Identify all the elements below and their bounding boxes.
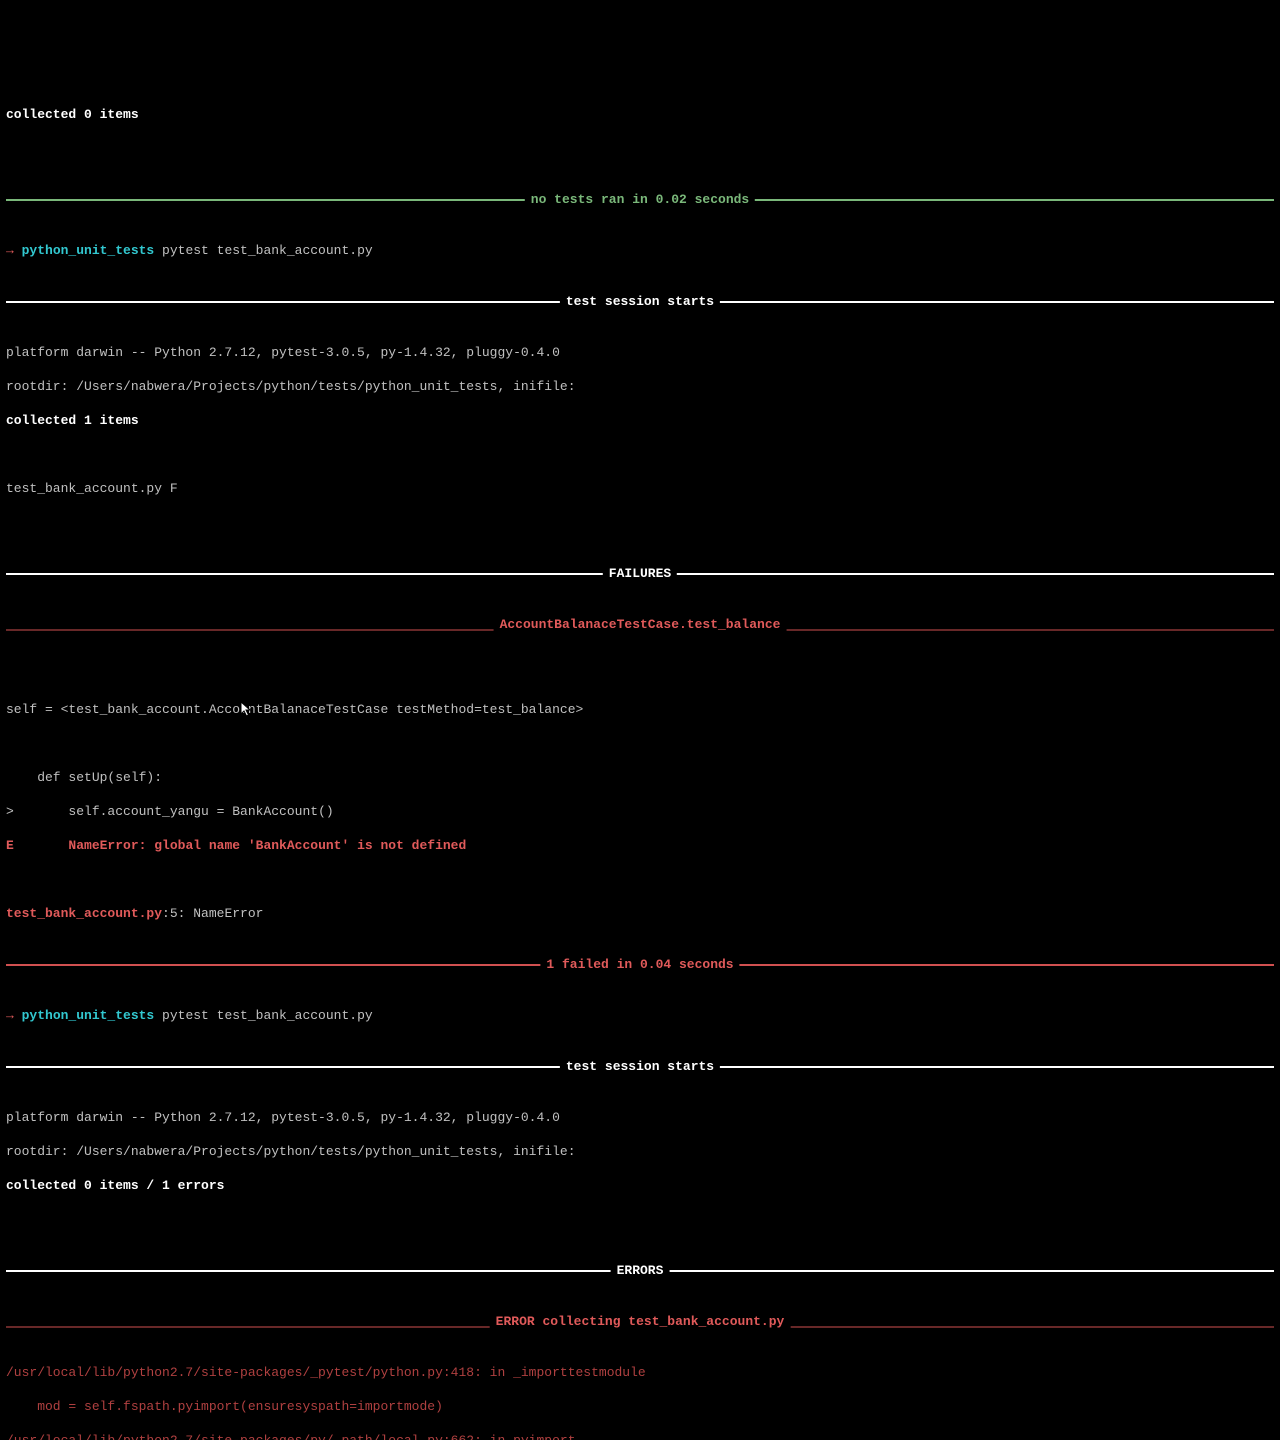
error-line: E NameError: global name 'BankAccount' i… (6, 837, 1274, 854)
separator-failed-footer: 1 failed in 0.04 seconds (6, 956, 1274, 973)
rootdir-line-2: rootdir: /Users/nabwera/Projects/python/… (6, 1143, 1274, 1160)
separator-session-start-1: test session starts (6, 293, 1274, 310)
separator-error-title: ERROR collecting test_bank_account.py (6, 1313, 1274, 1330)
separator-errors: ERRORS (6, 1262, 1274, 1279)
prompt-line-2: → python_unit_tests pytest test_bank_acc… (6, 1007, 1274, 1024)
prompt-cmd: pytest test_bank_account.py (154, 243, 372, 258)
collected-line-1: collected 1 items (6, 412, 1274, 429)
error-title: ERROR collecting test_bank_account.py (490, 1313, 791, 1330)
no-tests-label: no tests ran in 0.02 seconds (525, 191, 755, 208)
tb-line-2: /usr/local/lib/python2.7/site-packages/p… (6, 1432, 1274, 1440)
failed-footer-label: 1 failed in 0.04 seconds (540, 956, 739, 973)
failure-title: AccountBalanaceTestCase.test_balance (494, 616, 787, 633)
prompt-dir: python_unit_tests (22, 243, 155, 258)
tb-line-1: mod = self.fspath.pyimport(ensuresyspath… (6, 1398, 1274, 1415)
failures-label: FAILURES (603, 565, 677, 582)
separator-no-tests: no tests ran in 0.02 seconds (6, 191, 1274, 208)
prompt-arrow-icon: → (6, 243, 22, 258)
error-location: test_bank_account.py:5: NameError (6, 905, 1274, 922)
collected-line-2: collected 0 items / 1 errors (6, 1177, 1274, 1194)
self-line: self = <test_bank_account.AccountBalanac… (6, 701, 1274, 718)
tb-line-0: /usr/local/lib/python2.7/site-packages/_… (6, 1364, 1274, 1381)
errors-label: ERRORS (611, 1262, 670, 1279)
prompt-arrow-icon: → (6, 1008, 22, 1023)
result-line-1: test_bank_account.py F (6, 480, 1274, 497)
rootdir-line-1: rootdir: /Users/nabwera/Projects/python/… (6, 378, 1274, 395)
prompt-dir: python_unit_tests (22, 1008, 155, 1023)
code-line-1: def setUp(self): (6, 769, 1274, 786)
platform-line-1: platform darwin -- Python 2.7.12, pytest… (6, 344, 1274, 361)
terminal-output[interactable]: collected 0 items no tests ran in 0.02 s… (6, 72, 1274, 1440)
session-start-label: test session starts (560, 293, 720, 310)
collected-line: collected 0 items (6, 106, 1274, 123)
separator-failures: FAILURES (6, 565, 1274, 582)
code-line-2: > self.account_yangu = BankAccount() (6, 803, 1274, 820)
platform-line-2: platform darwin -- Python 2.7.12, pytest… (6, 1109, 1274, 1126)
separator-failure-title: AccountBalanaceTestCase.test_balance (6, 616, 1274, 633)
separator-session-start-2: test session starts (6, 1058, 1274, 1075)
prompt-cmd: pytest test_bank_account.py (154, 1008, 372, 1023)
prompt-line-1: → python_unit_tests pytest test_bank_acc… (6, 242, 1274, 259)
session-start-label: test session starts (560, 1058, 720, 1075)
